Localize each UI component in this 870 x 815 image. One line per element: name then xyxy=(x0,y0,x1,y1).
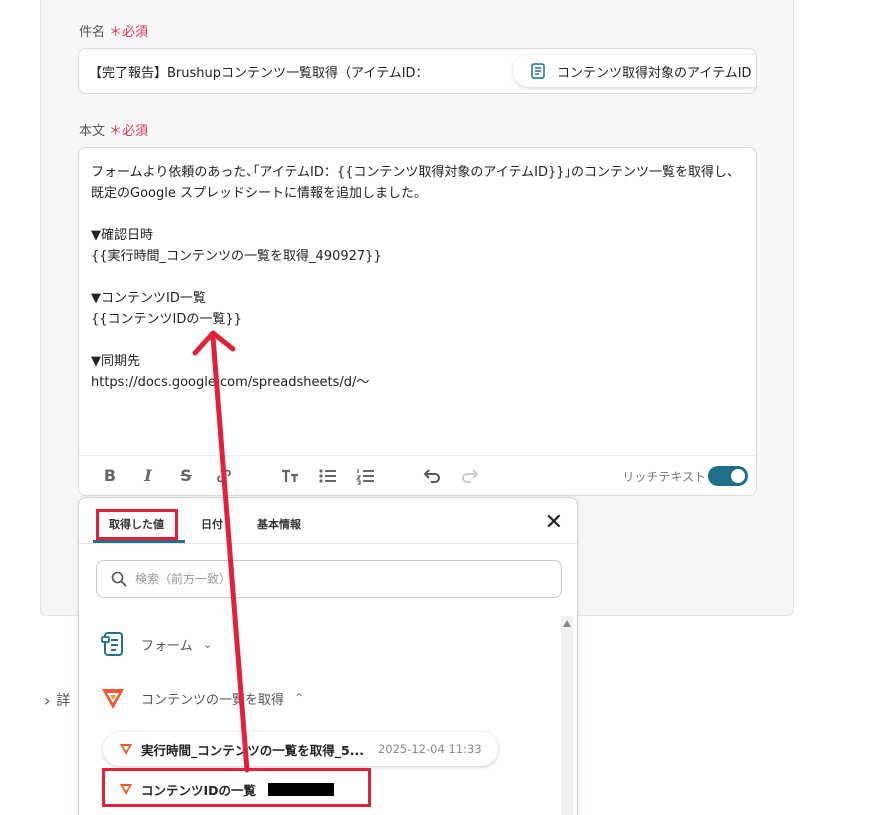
subject-prefix-text: 【完了報告】Brushupコンテンツ一覧取得（アイテムID： xyxy=(89,66,429,81)
value-chip-execution-time[interactable]: 実行時間_コンテンツの一覧を取得_5... 2025-12-04 11:33 xyxy=(103,732,498,766)
scrollbar[interactable] xyxy=(561,616,573,815)
redacted-value xyxy=(268,782,335,796)
undo-icon xyxy=(423,468,440,483)
group-get-content-list-label: コンテンツの一覧を取得 xyxy=(141,692,285,708)
group-form[interactable]: フォーム ⌄ xyxy=(99,630,213,658)
chevron-down-icon: ⌄ xyxy=(202,637,213,651)
rich-text-label: リッチテキスト xyxy=(622,470,706,484)
close-icon[interactable]: ✕ xyxy=(545,510,563,535)
value-chip-content-id-list[interactable]: コンテンツIDの一覧 xyxy=(103,772,351,806)
italic-button[interactable]: I xyxy=(135,463,161,489)
chevron-up-icon: ⌃ xyxy=(294,691,305,705)
value-label: コンテンツIDの一覧 xyxy=(141,782,257,798)
active-tab-indicator xyxy=(93,540,185,543)
body-label: 本文 ＊必須 xyxy=(79,120,148,139)
rich-text-toggle[interactable] xyxy=(708,466,748,486)
variable-picker-popover: 取得した値 日付 基本情報 ✕ フォーム ⌄ コンテンツの一覧を取得 ⌃ 実行時… xyxy=(78,497,578,815)
subject-variable-chip[interactable]: コンテンツ取得対象のアイテムID × xyxy=(513,55,756,87)
undo-button[interactable] xyxy=(419,463,445,489)
link-button[interactable] xyxy=(211,463,237,489)
redo-icon xyxy=(462,468,479,483)
subject-input[interactable]: 【完了報告】Brushupコンテンツ一覧取得（アイテムID： コンテンツ取得対象… xyxy=(78,48,757,94)
search-box[interactable] xyxy=(96,560,562,598)
brushup-app-icon xyxy=(120,744,132,755)
subject-chip-label: コンテンツ取得対象のアイテムID xyxy=(557,65,752,81)
redo-button[interactable] xyxy=(457,463,483,489)
brushup-app-icon xyxy=(102,689,124,709)
value-label: 実行時間_コンテンツの一覧を取得_5... xyxy=(141,742,364,758)
bold-button[interactable]: B xyxy=(97,463,123,489)
details-label: 詳 xyxy=(56,693,71,709)
form-icon xyxy=(101,632,123,656)
search-input[interactable] xyxy=(135,572,535,586)
form-icon xyxy=(531,63,545,79)
scroll-up-arrow-icon[interactable] xyxy=(563,620,571,627)
picker-tabs: 取得した値 日付 基本情報 ✕ xyxy=(79,498,577,544)
value-timestamp: 2025-12-04 11:33 xyxy=(377,742,482,756)
body-label-text: 本文 xyxy=(79,124,106,139)
strikethrough-button[interactable]: S xyxy=(173,463,199,489)
editor-toolbar: B I S リッチテキスト xyxy=(79,455,756,495)
tab-acquired-values[interactable]: 取得した値 xyxy=(109,516,164,532)
subject-label-text: 件名 xyxy=(79,25,106,40)
body-editor[interactable]: フォームより依頼のあった､｢アイテムID：{{コンテンツ取得対象のアイテムID}… xyxy=(78,147,757,496)
brushup-app-icon xyxy=(120,784,132,795)
details-toggle[interactable]: › 詳 xyxy=(44,690,70,710)
subject-label: 件名 ＊必須 xyxy=(79,21,148,40)
group-form-label: フォーム xyxy=(141,638,193,654)
bullet-list-icon xyxy=(319,468,336,483)
numbered-list-button[interactable] xyxy=(353,463,379,489)
bullet-list-button[interactable] xyxy=(315,463,341,489)
required-mark: ＊必須 xyxy=(109,124,149,139)
body-text[interactable]: フォームより依頼のあった､｢アイテムID：{{コンテンツ取得対象のアイテムID}… xyxy=(91,162,740,393)
numbered-list-icon xyxy=(356,468,374,485)
chevron-right-icon: › xyxy=(44,690,51,710)
tab-date[interactable]: 日付 xyxy=(201,516,223,532)
heading-button[interactable] xyxy=(277,463,303,489)
required-mark: ＊必須 xyxy=(109,25,149,40)
group-get-content-list[interactable]: コンテンツの一覧を取得 ⌃ xyxy=(99,684,304,712)
heading-icon xyxy=(282,469,298,482)
search-icon xyxy=(111,571,127,587)
tab-basic-info[interactable]: 基本情報 xyxy=(257,516,301,532)
link-icon xyxy=(217,469,231,482)
